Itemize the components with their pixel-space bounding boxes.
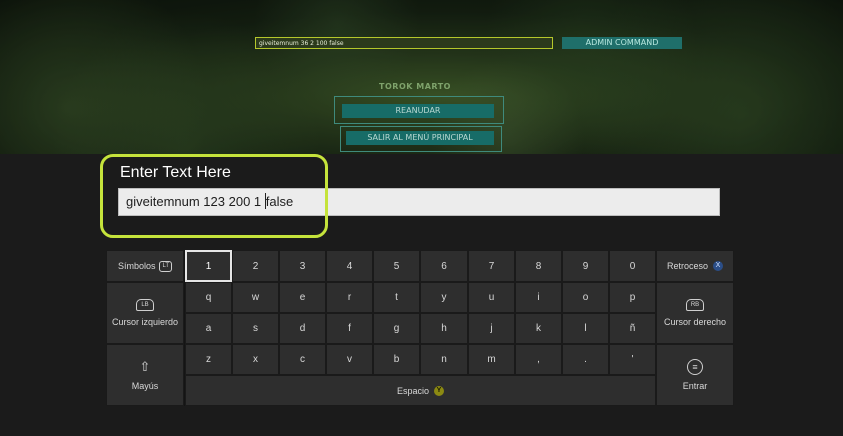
key-9[interactable]: 9	[562, 250, 609, 282]
key-enye[interactable]: ñ	[609, 313, 656, 344]
resume-button[interactable]: REANUDAR	[342, 104, 494, 118]
key-d[interactable]: d	[279, 313, 326, 344]
key-w[interactable]: w	[232, 282, 279, 313]
key-e[interactable]: e	[279, 282, 326, 313]
key-o[interactable]: o	[562, 282, 609, 313]
player-name: TOROK MARTO	[379, 82, 451, 91]
key-3[interactable]: 3	[279, 250, 326, 282]
key-c[interactable]: c	[279, 344, 326, 375]
x-button-icon: X	[713, 261, 724, 271]
key-0[interactable]: 0	[609, 250, 656, 282]
key-v[interactable]: v	[326, 344, 373, 375]
key-u[interactable]: u	[468, 282, 515, 313]
admin-command-input[interactable]: giveitemnum 36 2 100 false	[255, 37, 553, 49]
key-q[interactable]: q	[185, 282, 232, 313]
key-1[interactable]: 1	[185, 250, 232, 282]
key-j[interactable]: j	[468, 313, 515, 344]
key-5[interactable]: 5	[373, 250, 420, 282]
key-i[interactable]: i	[515, 282, 562, 313]
left-trigger-icon: LT	[159, 260, 173, 272]
key-7[interactable]: 7	[468, 250, 515, 282]
game-background: giveitemnum 36 2 100 false ADMIN COMMAND…	[0, 0, 843, 154]
key-r[interactable]: r	[326, 282, 373, 313]
enter-key[interactable]: ≡ Entrar	[656, 344, 734, 406]
key-g[interactable]: g	[373, 313, 420, 344]
key-a[interactable]: a	[185, 313, 232, 344]
key-comma[interactable]: ,	[515, 344, 562, 375]
cursor-right-key[interactable]: RB Cursor derecho	[656, 282, 734, 344]
y-button-icon: Y	[434, 385, 445, 396]
key-h[interactable]: h	[420, 313, 468, 344]
right-bumper-icon: RB	[686, 299, 704, 311]
admin-command-button[interactable]: ADMIN COMMAND	[562, 37, 682, 49]
backspace-key[interactable]: Retroceso X	[656, 250, 734, 282]
symbols-key[interactable]: Símbolos LT	[106, 250, 184, 282]
key-2[interactable]: 2	[232, 250, 279, 282]
key-b[interactable]: b	[373, 344, 420, 375]
cursor-left-key[interactable]: LB Cursor izquierdo	[106, 282, 184, 344]
key-4[interactable]: 4	[326, 250, 373, 282]
key-z[interactable]: z	[185, 344, 232, 375]
shift-key[interactable]: ⇧ Mayús	[106, 344, 184, 406]
key-m[interactable]: m	[468, 344, 515, 375]
space-key[interactable]: Espacio Y	[185, 375, 656, 406]
highlight-annotation	[100, 154, 328, 238]
key-p[interactable]: p	[609, 282, 656, 313]
menu-icon: ≡	[687, 359, 703, 375]
key-s[interactable]: s	[232, 313, 279, 344]
key-8[interactable]: 8	[515, 250, 562, 282]
key-y[interactable]: y	[420, 282, 468, 313]
on-screen-keyboard: Símbolos LT LB Cursor izquierdo ⇧ Mayús …	[106, 250, 734, 406]
key-t[interactable]: t	[373, 282, 420, 313]
key-f[interactable]: f	[326, 313, 373, 344]
exit-to-main-menu-button[interactable]: SALIR AL MENÚ PRINCIPAL	[346, 131, 494, 145]
left-bumper-icon: LB	[136, 299, 154, 311]
key-x[interactable]: x	[232, 344, 279, 375]
key-6[interactable]: 6	[420, 250, 468, 282]
key-l[interactable]: l	[562, 313, 609, 344]
shift-icon: ⇧	[139, 359, 151, 374]
key-apostrophe[interactable]: '	[609, 344, 656, 375]
key-k[interactable]: k	[515, 313, 562, 344]
key-period[interactable]: .	[562, 344, 609, 375]
key-n[interactable]: n	[420, 344, 468, 375]
